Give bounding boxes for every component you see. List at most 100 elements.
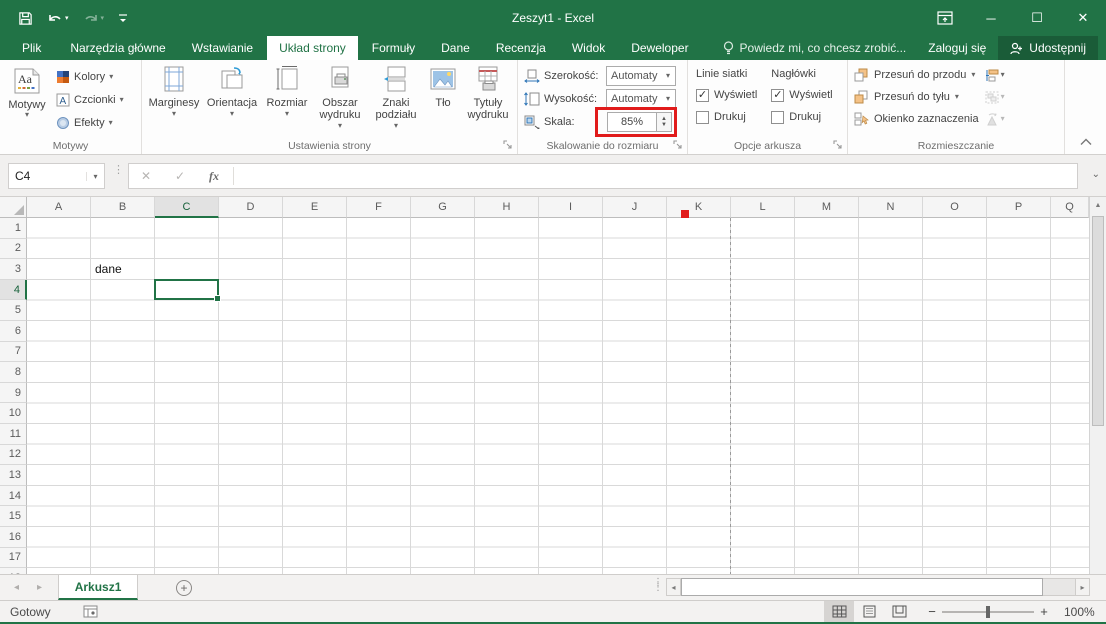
rotate-objects-button[interactable]: ▾ [985, 108, 1005, 130]
column-header-E[interactable]: E [283, 197, 347, 218]
undo-button[interactable]: ▾ [47, 12, 69, 25]
cancel-entry-button[interactable]: ✕ [129, 169, 163, 183]
tab-recenzja[interactable]: Recenzja [484, 36, 558, 60]
next-sheet-arrow-icon[interactable]: ▸ [37, 582, 42, 593]
tab-uklad-strony[interactable]: Układ strony [267, 36, 358, 60]
tab-dane[interactable]: Dane [429, 36, 482, 60]
gridlines-print-checkbox[interactable]: Drukuj [696, 106, 757, 128]
horizontal-scrollbar[interactable]: ◂ ▸ [666, 578, 1090, 596]
dialog-launcher-icon[interactable] [673, 140, 684, 151]
rozmiar-button[interactable]: Rozmiar ▾ [262, 62, 312, 138]
row-header-5[interactable]: 5 [0, 300, 27, 321]
cell-B3[interactable]: dane [95, 259, 122, 280]
maximize-button[interactable]: ☐ [1014, 0, 1060, 36]
headings-view-checkbox[interactable]: ✓ Wyświetl [771, 84, 832, 106]
column-header-H[interactable]: H [475, 197, 539, 218]
select-all-corner[interactable] [0, 197, 27, 218]
confirm-entry-button[interactable]: ✓ [163, 169, 197, 183]
znaki-podzialu-button[interactable]: Znaki podziału ▾ [368, 62, 424, 138]
row-header-11[interactable]: 11 [0, 424, 27, 445]
tab-narzedzia-glowne[interactable]: Narzędzia główne [58, 36, 177, 60]
row-header-12[interactable]: 12 [0, 445, 27, 466]
sheet[interactable]: ABCDEFGHIJKLMNOPQ 1234567891011121314151… [0, 197, 1089, 574]
column-header-Q[interactable]: Q [1051, 197, 1089, 218]
scroll-right-arrow-icon[interactable]: ▸ [1075, 578, 1090, 596]
column-header-P[interactable]: P [987, 197, 1051, 218]
redo-button[interactable]: ▾ [83, 12, 105, 25]
ribbon-display-options-button[interactable] [922, 0, 968, 36]
save-button[interactable] [18, 11, 33, 26]
tab-widok[interactable]: Widok [560, 36, 617, 60]
column-header-A[interactable]: A [27, 197, 91, 218]
zoom-slider-handle[interactable] [986, 606, 990, 618]
column-header-J[interactable]: J [603, 197, 667, 218]
row-header-4[interactable]: 4 [0, 280, 27, 301]
column-header-O[interactable]: O [923, 197, 987, 218]
tab-deweloper[interactable]: Deweloper [619, 36, 700, 60]
horizontal-scroll-track[interactable] [1043, 578, 1075, 596]
row-header-6[interactable]: 6 [0, 321, 27, 342]
skala-input[interactable]: 85% [607, 112, 657, 132]
macro-record-icon[interactable] [83, 605, 98, 618]
name-box[interactable]: C4 ▾ [8, 163, 105, 189]
row-header-9[interactable]: 9 [0, 383, 27, 404]
orientacja-button[interactable]: Orientacja ▾ [202, 62, 262, 138]
wysokosc-dropdown[interactable]: Automaty ▾ [606, 89, 676, 109]
row-header-16[interactable]: 16 [0, 527, 27, 548]
column-header-C[interactable]: C [155, 197, 219, 218]
close-button[interactable]: ✕ [1060, 0, 1106, 36]
new-sheet-button[interactable]: + [138, 575, 192, 600]
page-break-preview-button[interactable] [884, 601, 914, 623]
row-header-13[interactable]: 13 [0, 465, 27, 486]
row-header-3[interactable]: 3 [0, 259, 27, 280]
vertical-scroll-thumb[interactable] [1092, 216, 1104, 426]
horizontal-scroll-thumb[interactable] [681, 578, 1043, 596]
customize-qat-button[interactable] [118, 12, 128, 24]
scroll-left-arrow-icon[interactable]: ◂ [666, 578, 681, 596]
column-header-N[interactable]: N [859, 197, 923, 218]
column-header-B[interactable]: B [91, 197, 155, 218]
marginesy-button[interactable]: Marginesy ▾ [146, 62, 202, 138]
szerokosc-dropdown[interactable]: Automaty ▾ [606, 66, 676, 86]
tab-wstawianie[interactable]: Wstawianie [180, 36, 265, 60]
row-header-14[interactable]: 14 [0, 486, 27, 507]
row-header-8[interactable]: 8 [0, 362, 27, 383]
selected-cell-outline[interactable] [154, 279, 219, 301]
column-header-D[interactable]: D [219, 197, 283, 218]
skala-spin-buttons[interactable]: ▲▼ [657, 112, 672, 132]
formula-bar-divider-handle[interactable]: ⋮ [113, 167, 124, 173]
przesun-do-przodu-button[interactable]: Przesuń do przodu ▾ [854, 64, 979, 86]
motywy-button[interactable]: Aa Motywy ▾ [4, 63, 50, 136]
row-header-2[interactable]: 2 [0, 239, 27, 260]
tab-formuly[interactable]: Formuły [360, 36, 427, 60]
tabbar-split-handle[interactable]: ⋮⋮ [653, 580, 663, 590]
dialog-launcher-icon[interactable] [833, 140, 844, 151]
expand-formula-bar-chevron-icon[interactable]: ⌄ [1092, 169, 1100, 180]
tlo-button[interactable]: Tło [424, 62, 462, 138]
cells-area[interactable] [0, 218, 1089, 574]
column-header-F[interactable]: F [347, 197, 411, 218]
column-header-G[interactable]: G [411, 197, 475, 218]
column-header-L[interactable]: L [731, 197, 795, 218]
tytuly-wydruku-button[interactable]: Tytuły wydruku [462, 62, 514, 138]
align-objects-button[interactable]: ▾ [985, 64, 1005, 86]
formula-input[interactable] [236, 164, 1077, 188]
okienko-zaznaczenia-button[interactable]: Okienko zaznaczenia [854, 108, 979, 130]
prev-sheet-arrow-icon[interactable]: ◂ [14, 582, 19, 593]
tell-me-box[interactable]: Powiedz mi, co chcesz zrobić... [713, 36, 917, 60]
obszar-wydruku-button[interactable]: Obszar wydruku ▾ [312, 62, 368, 138]
normal-view-button[interactable] [824, 601, 854, 623]
gridlines-view-checkbox[interactable]: ✓ Wyświetl [696, 84, 757, 106]
przesun-do-tylu-button[interactable]: Przesuń do tyłu ▾ [854, 86, 979, 108]
insert-function-button[interactable]: fx [197, 169, 231, 184]
sheet-tab-arkusz1[interactable]: Arkusz1 [58, 575, 138, 600]
headings-print-checkbox[interactable]: Drukuj [771, 106, 832, 128]
row-header-7[interactable]: 7 [0, 342, 27, 363]
dialog-launcher-icon[interactable] [503, 140, 514, 151]
tab-plik[interactable]: Plik [7, 36, 56, 60]
share-button[interactable]: Udostępnij [998, 36, 1098, 60]
vertical-scrollbar[interactable]: ▲ [1089, 197, 1106, 574]
minimize-button[interactable]: ─ [968, 0, 1014, 36]
zoom-in-button[interactable]: + [1034, 604, 1054, 619]
zoom-level[interactable]: 100% [1064, 605, 1106, 619]
